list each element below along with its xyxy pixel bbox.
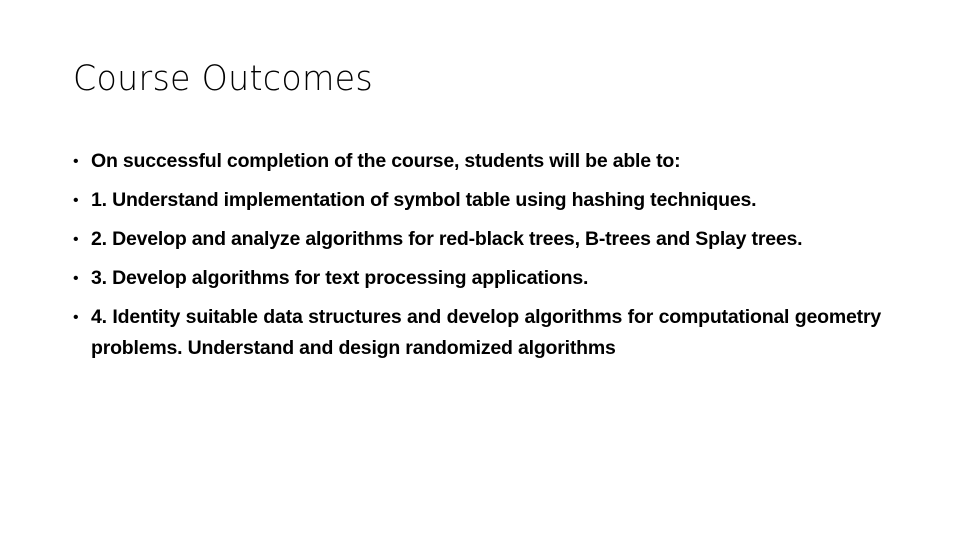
slide: Course Outcomes • On successful completi…	[0, 0, 960, 540]
list-item-outcome-4: • 4. Identity suitable data structures a…	[73, 302, 881, 364]
list-item-text: 3. Develop algorithms for text processin…	[91, 267, 589, 289]
bullet-icon: •	[73, 192, 79, 209]
bullet-icon: •	[73, 270, 79, 287]
list-item-text: 2. Develop and analyze algorithms for re…	[91, 228, 803, 250]
list-item-text: On successful completion of the course, …	[91, 150, 681, 172]
bullet-icon: •	[73, 309, 79, 326]
bullet-icon: •	[73, 153, 79, 170]
list-item-intro: • On successful completion of the course…	[73, 146, 881, 177]
outcomes-list: • On successful completion of the course…	[73, 146, 881, 372]
list-item-outcome-2: • 2. Develop and analyze algorithms for …	[73, 224, 881, 255]
list-item-outcome-3: • 3. Develop algorithms for text process…	[73, 263, 881, 294]
slide-title: Course Outcomes	[73, 59, 374, 99]
list-item-text: 1. Understand implementation of symbol t…	[91, 189, 757, 211]
list-item-text: 4. Identity suitable data structures and…	[91, 306, 881, 359]
bullet-icon: •	[73, 231, 79, 248]
list-item-outcome-1: • 1. Understand implementation of symbol…	[73, 185, 881, 216]
